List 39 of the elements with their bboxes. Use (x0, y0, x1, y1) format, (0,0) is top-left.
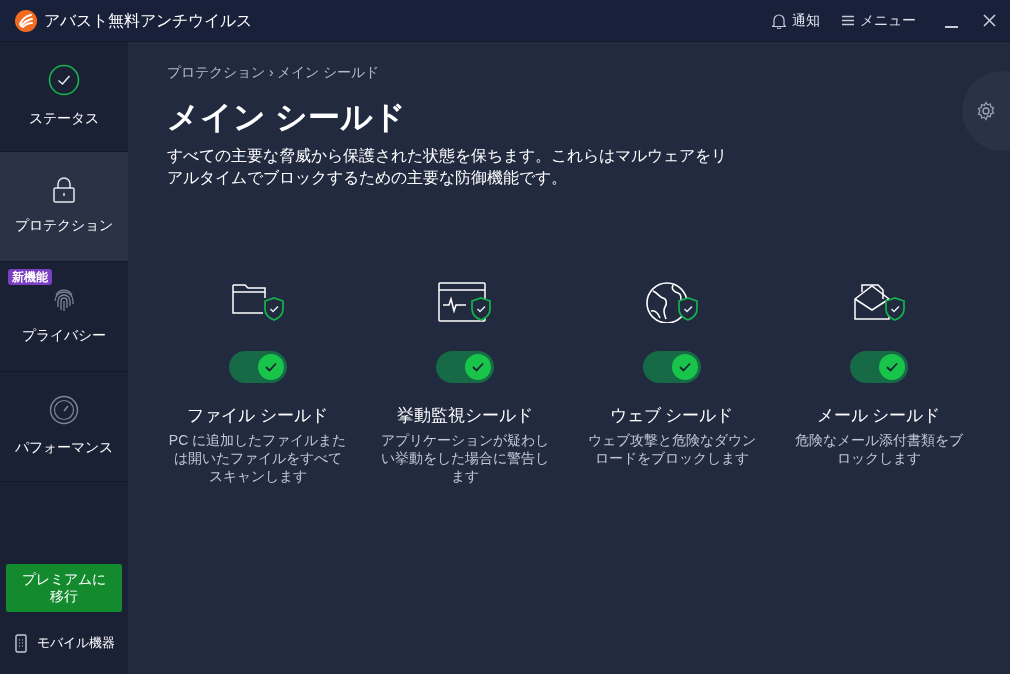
check-icon (678, 362, 691, 372)
mobile-devices-link[interactable]: モバイル機器 (37, 633, 115, 653)
shield-toggle[interactable] (642, 351, 701, 383)
breadcrumb: プロテクション › メイン シールド (167, 63, 381, 82)
globe-shield-icon (644, 281, 699, 323)
menu-icon (842, 15, 854, 26)
settings-icon (976, 101, 996, 121)
folder-shield-icon (230, 281, 285, 323)
notifications-button[interactable]: 通知 (772, 10, 820, 31)
lock-icon (53, 177, 75, 203)
new-feature-badge: 新機能 (8, 269, 52, 285)
fingerprint-icon (53, 287, 75, 313)
page-title: メイン シールド (167, 98, 406, 137)
check-circle-icon (48, 64, 80, 96)
shield-description: アプリケーションが疑わしい挙動をした場合に警告します (379, 431, 550, 485)
shield-title: ウェブ シールド (609, 405, 734, 427)
window-title: アバスト無料アンチウイルス (44, 10, 252, 31)
speedometer-icon (49, 395, 79, 425)
shield-toggle[interactable] (849, 351, 908, 383)
bell-icon (772, 12, 786, 29)
upgrade-button[interactable]: プレミアムに移行 (6, 564, 122, 612)
shield-title: ファイル シールド (187, 405, 328, 427)
shield-description: 危険なメール添付書類をブロックします (793, 431, 964, 467)
page-description: すべての主要な脅威から保護された状態を保ちます。これらはマルウェアをリアルタイムでブロックするための主要な防御機能です。 (167, 146, 728, 188)
window-pulse-shield-icon (437, 281, 492, 323)
check-icon (264, 362, 277, 372)
app-logo-icon (15, 9, 37, 32)
shield-description: ウェブ攻撃と危険なダウンロードをブロックします (586, 431, 757, 467)
shield-toggle[interactable] (228, 351, 287, 383)
phone-icon (15, 633, 27, 653)
sidebar-item[interactable]: プロテクション (0, 152, 128, 262)
shield-title: 挙動監視シールド (396, 405, 533, 427)
menu-button[interactable]: メニュー (842, 10, 916, 31)
check-icon (471, 362, 484, 372)
envelope-shield-icon (851, 281, 906, 323)
shield-title: メール シールド (816, 405, 941, 427)
shield-toggle[interactable] (435, 351, 494, 383)
shield-description: PC に追加したファイルまたは開いたファイルをすべてスキャンします (168, 431, 347, 485)
check-icon (885, 362, 898, 372)
